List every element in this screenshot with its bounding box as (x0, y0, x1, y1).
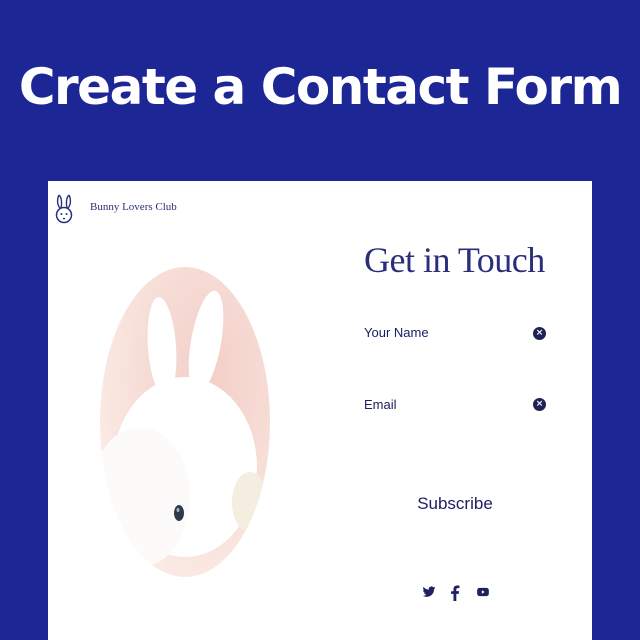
clear-email-icon[interactable]: × (533, 398, 546, 411)
brand-name[interactable]: Bunny Lovers Club (90, 201, 177, 213)
email-field[interactable] (364, 415, 550, 416)
bunny-photo (100, 267, 270, 577)
name-field[interactable] (364, 343, 550, 344)
form-title: Get in Touch (364, 240, 545, 280)
name-field-label: Your Name (364, 325, 429, 340)
youtube-icon[interactable] (476, 585, 490, 603)
bunny-logo-icon (55, 194, 73, 224)
facebook-icon[interactable] (450, 585, 460, 603)
twitter-icon[interactable] (422, 585, 436, 603)
subscribe-button[interactable]: Subscribe (400, 489, 510, 519)
clear-name-icon[interactable]: × (533, 327, 546, 340)
page-headline: Create a Contact Form (18, 58, 623, 116)
email-field-label: Email (364, 397, 397, 412)
contact-form-card: Bunny Lovers Club Get in Touch Your Name… (48, 181, 592, 640)
